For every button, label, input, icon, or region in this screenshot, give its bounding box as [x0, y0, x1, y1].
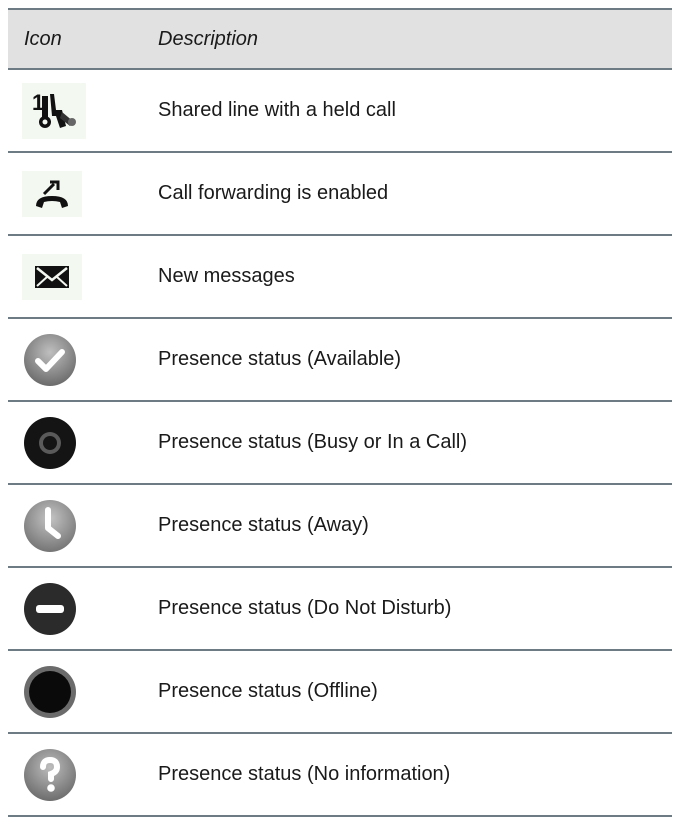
presence-busy-icon: [24, 416, 76, 469]
description-text: New messages: [158, 265, 295, 287]
new-messages-icon: [22, 253, 82, 300]
presence-dnd-icon: [24, 582, 76, 635]
table-row: Presence status (Available): [8, 319, 672, 402]
description-text: Call forwarding is enabled: [158, 182, 389, 204]
description-text: Presence status (Offline): [158, 680, 378, 702]
description-text: Shared line with a held call: [158, 99, 396, 121]
description-text: Presence status (No information): [158, 763, 451, 785]
table-row: 1 Shared line with a held call: [8, 70, 672, 153]
table-row: Presence status (Busy or In a Call): [8, 402, 672, 485]
table-header: Icon Description: [8, 8, 672, 70]
table-row: Presence status (No information): [8, 734, 672, 817]
header-description: Description: [158, 27, 259, 50]
table-row: Presence status (Offline): [8, 651, 672, 734]
header-icon: Icon: [24, 27, 62, 50]
table-row: Call forwarding is enabled: [8, 153, 672, 236]
icon-description-table: Icon Description 1 Shared line with a he…: [8, 8, 672, 817]
presence-away-icon: [24, 499, 76, 552]
presence-available-icon: [24, 333, 76, 386]
description-text: Presence status (Available): [158, 348, 402, 370]
table-row: Presence status (Do Not Disturb): [8, 568, 672, 651]
description-text: Presence status (Busy or In a Call): [158, 431, 468, 453]
shared-line-held-call-icon: 1: [22, 82, 86, 139]
table-row: New messages: [8, 236, 672, 319]
presence-offline-icon: [24, 665, 76, 718]
description-text: Presence status (Away): [158, 514, 369, 536]
table-row: Presence status (Away): [8, 485, 672, 568]
presence-no-info-icon: [24, 748, 76, 801]
call-forwarding-icon: [22, 170, 82, 217]
description-text: Presence status (Do Not Disturb): [158, 597, 452, 619]
